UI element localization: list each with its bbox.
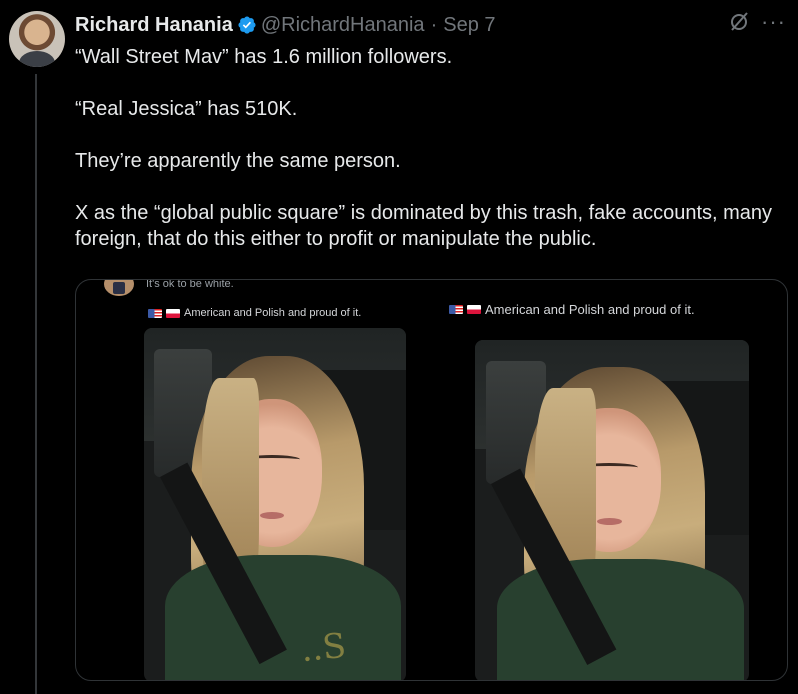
left-caption-text: American and Polish and proud of it.: [184, 307, 362, 319]
tweet-paragraph: They’re apparently the same person.: [75, 150, 401, 172]
thread-line: [35, 74, 37, 694]
poland-flag-icon: [166, 308, 180, 318]
right-caption: American and Polish and proud of it.: [449, 302, 695, 317]
media-panel-right: American and Polish and proud of it.: [431, 280, 787, 680]
tweet-text: “Wall Street Mav” has 1.6 million follow…: [75, 44, 790, 252]
tweet-paragraph: X as the “global public square” is domin…: [75, 202, 773, 250]
verified-badge-icon: [238, 16, 256, 34]
mini-avatar: [104, 280, 134, 296]
poland-flag-icon: [467, 305, 481, 314]
media-panel-left: It's ok to be white. American and Polish…: [76, 279, 431, 680]
author-name[interactable]: Richard Hanania: [75, 14, 233, 37]
us-flag-icon: [148, 308, 162, 318]
more-icon[interactable]: ···: [761, 10, 786, 34]
tweet-paragraph: “Wall Street Mav” has 1.6 million follow…: [75, 46, 453, 68]
sweater: [164, 554, 401, 680]
left-subcaption: It's ok to be white.: [146, 279, 234, 290]
top-actions: ···: [727, 10, 786, 34]
tweet-paragraph: “Real Jessica” has 510K.: [75, 98, 298, 120]
sweater: [496, 558, 744, 680]
tweet-date[interactable]: Sep 7: [443, 14, 495, 37]
right-caption-text: American and Polish and proud of it.: [485, 302, 695, 317]
tweet-media[interactable]: It's ok to be white. American and Polish…: [75, 279, 788, 681]
right-photo: [475, 340, 749, 680]
left-photo: ..S: [144, 328, 406, 680]
left-caption: American and Polish and proud of it.: [148, 307, 361, 319]
separator: ·: [430, 13, 438, 36]
grok-icon[interactable]: [727, 10, 751, 34]
avatar[interactable]: [9, 11, 65, 67]
tweet-header: Richard Hanania @RichardHanania · Sep 7: [75, 12, 496, 38]
us-flag-icon: [449, 305, 463, 314]
author-handle[interactable]: @RichardHanania: [261, 14, 425, 37]
sweater-print: ..S: [299, 625, 349, 671]
